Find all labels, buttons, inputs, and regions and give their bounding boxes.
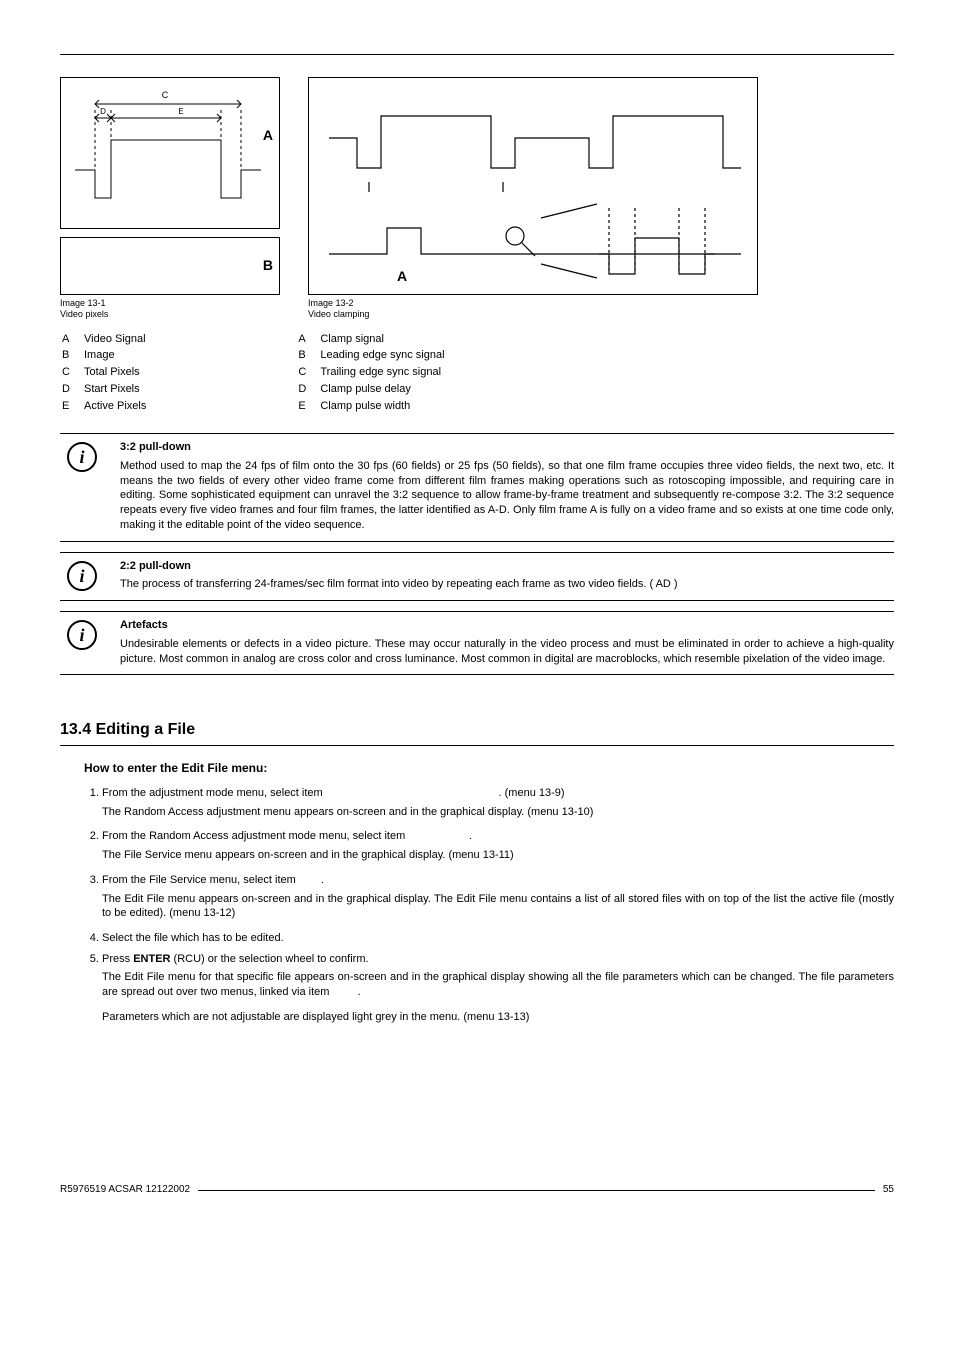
step-text: (RCU) or the selection wheel to confirm.: [170, 953, 368, 965]
legend-key: D: [62, 382, 82, 397]
step-text: Select the file which has to be edited.: [102, 932, 284, 944]
legend-val: Active Pixels: [84, 399, 152, 414]
step-result: The File Service menu appears on-screen …: [102, 848, 894, 863]
legend-val: Image: [84, 348, 152, 363]
footer-line: [198, 1190, 875, 1191]
legend-key: D: [298, 382, 318, 397]
note-32-pulldown: i 3:2 pull-down Method used to map the 2…: [60, 433, 894, 541]
legend-left: AVideo Signal BImage CTotal Pixels DStar…: [60, 330, 154, 416]
figures-row: C D E A B Image 13-1 Video pixels: [60, 77, 894, 320]
note-body: The process of transferring 24-frames/se…: [120, 577, 894, 592]
legend-key: C: [62, 365, 82, 380]
figure-right-title: Video clamping: [308, 309, 369, 319]
video-clamping-diagram: [309, 78, 757, 294]
info-icon: i: [60, 559, 104, 592]
video-pixels-diagram: C D E: [61, 78, 279, 228]
section-heading: 13.4 Editing a File: [60, 719, 894, 740]
step-dot: .: [321, 874, 324, 886]
legend-row: AVideo Signal BImage CTotal Pixels DStar…: [60, 330, 894, 416]
step-result: The Edit File menu for that specific fil…: [102, 971, 894, 998]
step-3: From the File Service menu, select item …: [102, 873, 894, 921]
legend-val: Total Pixels: [84, 365, 152, 380]
svg-text:D: D: [100, 107, 106, 116]
step-text: From the adjustment mode menu, select it…: [102, 787, 326, 799]
steps-list: From the adjustment mode menu, select it…: [84, 786, 894, 1025]
note-body: Method used to map the 24 fps of film on…: [120, 459, 894, 533]
info-icon: i: [60, 618, 104, 666]
figure-right-box: A: [308, 77, 758, 295]
step-result: The Random Access adjustment menu appear…: [102, 805, 894, 820]
legend-right: AClamp signal BLeading edge sync signal …: [296, 330, 452, 416]
note-artefacts: i Artefacts Undesirable elements or defe…: [60, 611, 894, 675]
figure-left: C D E A B Image 13-1 Video pixels: [60, 77, 280, 320]
note-title: 3:2 pull-down: [120, 440, 894, 455]
legend-val: Video Signal: [84, 332, 152, 347]
figure-left-box: C D E A: [60, 77, 280, 229]
figure-left-box-b: B: [60, 237, 280, 295]
step-ref: . (menu 13-9): [499, 787, 565, 799]
figure-right: A Image 13-2 Video clamping: [308, 77, 758, 320]
note-title: Artefacts: [120, 618, 894, 633]
legend-val: Clamp pulse delay: [320, 382, 450, 397]
figure-left-id: Image 13-1: [60, 298, 106, 308]
step-1: From the adjustment mode menu, select it…: [102, 786, 894, 819]
figure-left-label-a: A: [263, 126, 273, 145]
figure-left-label-b: B: [263, 256, 273, 275]
step-result: The Edit File menu appears on-screen and…: [102, 892, 894, 921]
svg-text:C: C: [162, 90, 169, 100]
legend-key: E: [298, 399, 318, 414]
legend-key: E: [62, 399, 82, 414]
legend-val: Trailing edge sync signal: [320, 365, 450, 380]
svg-text:E: E: [178, 107, 183, 116]
top-rule: [60, 54, 894, 55]
section-subhead: How to enter the Edit File menu:: [84, 760, 894, 776]
page-footer: R5976519 ACSAR 12122002 55: [60, 1183, 894, 1196]
figure-right-id: Image 13-2: [308, 298, 354, 308]
step-text: From the File Service menu, select item: [102, 874, 299, 886]
legend-key: B: [62, 348, 82, 363]
note-title: 2:2 pull-down: [120, 559, 894, 574]
legend-val: Clamp signal: [320, 332, 450, 347]
step-text: Press: [102, 953, 133, 965]
note-body: Undesirable elements or defects in a vid…: [120, 637, 894, 666]
legend-val: Clamp pulse width: [320, 399, 450, 414]
legend-key: C: [298, 365, 318, 380]
info-icon: i: [60, 440, 104, 532]
footer-doc: R5976519 ACSAR 12122002: [60, 1183, 190, 1196]
step-enter: ENTER: [133, 953, 170, 965]
step-dot: .: [469, 830, 472, 842]
step-result: Parameters which are not adjustable are …: [102, 1010, 894, 1025]
section-rule: [60, 745, 894, 746]
legend-val: Start Pixels: [84, 382, 152, 397]
step-5: Press ENTER (RCU) or the selection wheel…: [102, 952, 894, 1025]
legend-key: B: [298, 348, 318, 363]
step-2: From the Random Access adjustment mode m…: [102, 829, 894, 862]
step-dot: .: [358, 986, 361, 998]
figure-left-caption: Image 13-1 Video pixels: [60, 298, 280, 320]
legend-val: Leading edge sync signal: [320, 348, 450, 363]
step-text: From the Random Access adjustment mode m…: [102, 830, 408, 842]
figure-right-label-a: A: [397, 267, 407, 286]
legend-key: A: [62, 332, 82, 347]
figure-right-caption: Image 13-2 Video clamping: [308, 298, 758, 320]
footer-page: 55: [883, 1183, 894, 1196]
note-22-pulldown: i 2:2 pull-down The process of transferr…: [60, 552, 894, 601]
step-4: Select the file which has to be edited.: [102, 931, 894, 946]
figure-left-title: Video pixels: [60, 309, 108, 319]
legend-key: A: [298, 332, 318, 347]
